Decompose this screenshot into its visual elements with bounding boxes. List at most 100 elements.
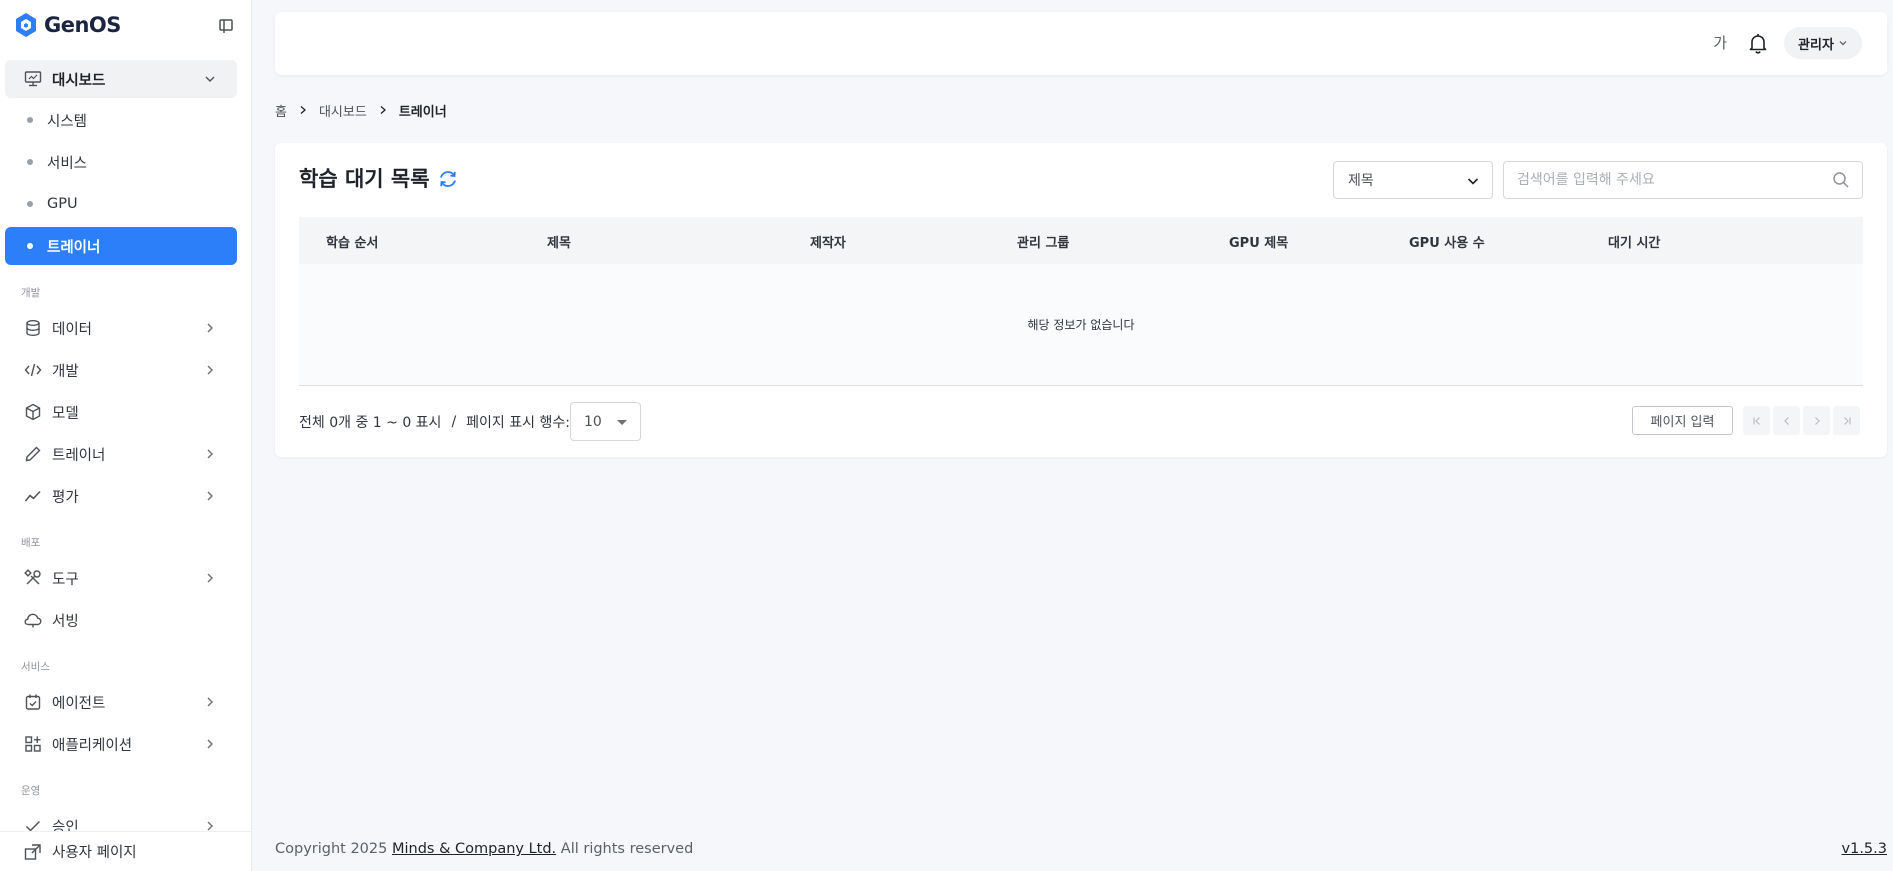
last-page-icon <box>1843 416 1851 425</box>
section-label-deploy: 배포 <box>21 537 41 549</box>
sidebar-item-label: 트레이너 <box>52 447 106 464</box>
collapse-sidebar-icon[interactable] <box>216 16 236 36</box>
rows-per-page-select[interactable]: 10 <box>570 402 641 441</box>
sidebar-subitem-service[interactable]: 서비스 <box>5 143 237 181</box>
sidebar-subitem-trainer[interactable]: 트레이너 <box>5 227 237 265</box>
column-header[interactable]: 관리 그룹 <box>1017 232 1069 251</box>
external-page-icon <box>24 843 41 860</box>
logo[interactable]: GenOS <box>14 10 236 40</box>
first-page-icon <box>1752 416 1760 425</box>
sidebar-item-evaluation[interactable]: 평가 <box>5 477 237 515</box>
search-field-select[interactable]: 제목 <box>1333 161 1493 199</box>
font-size-toggle[interactable]: 가 <box>1713 32 1727 53</box>
refresh-icon[interactable] <box>437 168 459 190</box>
sidebar-item-label: 도구 <box>52 571 79 588</box>
search-icon[interactable] <box>1832 171 1850 189</box>
sidebar-subitem-label: GPU <box>47 196 78 212</box>
sidebar-subitem-label: 시스템 <box>47 113 88 130</box>
chevron-down-icon <box>1839 41 1847 46</box>
chevron-right-icon <box>207 491 213 501</box>
sidebar-subitem-gpu[interactable]: GPU <box>5 185 237 223</box>
rows-per-page-value: 10 <box>584 413 602 430</box>
pencil-icon <box>23 444 43 464</box>
table-empty-state: 해당 정보가 없습니다 <box>299 264 1863 386</box>
rows-per-page-label: 페이지 표시 행수: <box>466 415 570 431</box>
chevron-right-icon <box>207 449 213 459</box>
user-name: 관리자 <box>1798 37 1834 53</box>
chevron-down-icon <box>205 76 215 82</box>
copyright-prefix: Copyright 2025 <box>275 841 392 857</box>
top-header: 가 관리자 <box>275 12 1887 75</box>
monitor-icon <box>23 69 43 89</box>
table-header: 학습 순서 제목 제작자 관리 그룹 GPU 제목 GPU 사용 수 대기 시간 <box>299 217 1863 264</box>
sidebar: GenOS 대시보드 시스템 서비스 GPU 트레이너 개발 데이터 개발 모델… <box>0 0 252 871</box>
sidebar-item-label: 모델 <box>52 405 79 422</box>
tools-icon <box>23 568 43 588</box>
app-name: GenOS <box>44 13 121 37</box>
copyright-suffix: All rights reserved <box>556 841 694 857</box>
breadcrumb-home[interactable]: 홈 <box>275 101 287 120</box>
sidebar-subitem-system[interactable]: 시스템 <box>5 101 237 139</box>
sidebar-item-label: 대시보드 <box>52 72 106 89</box>
chevron-left-icon <box>1783 416 1789 425</box>
last-page-button[interactable] <box>1833 406 1860 435</box>
column-header[interactable]: 학습 순서 <box>326 232 378 251</box>
sidebar-item-develop[interactable]: 개발 <box>5 351 237 389</box>
agent-icon <box>23 692 43 712</box>
paging-separator: / <box>451 414 457 430</box>
sidebar-item-applications[interactable]: 애플리케이션 <box>5 725 237 763</box>
bullet-icon <box>27 159 33 165</box>
sidebar-item-tools[interactable]: 도구 <box>5 559 237 597</box>
sidebar-item-dashboard[interactable]: 대시보드 <box>5 60 237 98</box>
bell-icon[interactable] <box>1747 32 1769 54</box>
sidebar-item-data[interactable]: 데이터 <box>5 309 237 347</box>
column-header[interactable]: 대기 시간 <box>1608 232 1660 251</box>
section-label-develop: 개발 <box>21 287 41 299</box>
sidebar-subitem-label: 트레이너 <box>47 239 101 256</box>
empty-message: 해당 정보가 없습니다 <box>1027 318 1135 332</box>
chevron-right-icon <box>207 739 213 749</box>
sidebar-item-trainer[interactable]: 트레이너 <box>5 435 237 473</box>
column-header[interactable]: 제작자 <box>810 232 846 251</box>
database-icon <box>23 318 43 338</box>
sidebar-subitem-label: 서비스 <box>47 155 88 172</box>
code-icon <box>23 360 43 380</box>
chevron-right-icon <box>1814 416 1820 425</box>
paging-count-text: 전체 0개 중 1 ~ 0 표시 <box>299 415 442 431</box>
sidebar-item-label: 에이전트 <box>52 695 106 712</box>
chevron-right-icon <box>207 323 213 333</box>
first-page-button[interactable] <box>1743 406 1770 435</box>
version-link[interactable]: v1.5.3 <box>1842 841 1887 857</box>
prev-page-button[interactable] <box>1773 406 1800 435</box>
user-page-link[interactable]: 사용자 페이지 <box>0 831 251 871</box>
column-header[interactable]: GPU 사용 수 <box>1409 232 1485 251</box>
page-input-label: 페이지 입력 <box>1650 415 1715 430</box>
sidebar-item-agent[interactable]: 에이전트 <box>5 683 237 721</box>
paging-summary: 전체 0개 중 1 ~ 0 표시 / 페이지 표시 행수: <box>299 412 570 432</box>
breadcrumb-dashboard[interactable]: 대시보드 <box>319 101 367 120</box>
breadcrumb: 홈 대시보드 트레이너 <box>275 100 447 120</box>
sidebar-item-label: 서빙 <box>52 613 79 630</box>
company-link[interactable]: Minds & Company Ltd. <box>392 841 556 857</box>
next-page-button[interactable] <box>1803 406 1830 435</box>
column-header[interactable]: 제목 <box>547 232 571 251</box>
sidebar-item-label: 평가 <box>52 489 79 506</box>
section-label-operate: 운영 <box>21 785 41 797</box>
bullet-icon <box>27 243 33 249</box>
sidebar-item-model[interactable]: 모델 <box>5 393 237 431</box>
cloud-icon <box>23 610 43 630</box>
cube-icon <box>23 402 43 422</box>
sidebar-item-serving[interactable]: 서빙 <box>5 601 237 639</box>
page-input-button[interactable]: 페이지 입력 <box>1632 406 1733 435</box>
chevron-right-icon <box>207 365 213 375</box>
page-title: 학습 대기 목록 <box>299 167 430 191</box>
chevron-down-icon <box>1467 178 1479 185</box>
search-box <box>1503 161 1863 199</box>
chevron-right-icon <box>380 106 386 114</box>
chevron-right-icon <box>207 697 213 707</box>
column-header[interactable]: GPU 제목 <box>1229 232 1288 251</box>
user-menu-button[interactable]: 관리자 <box>1784 27 1862 59</box>
sidebar-item-label: 애플리케이션 <box>52 737 133 754</box>
search-input[interactable] <box>1504 162 1804 198</box>
page-footer: Copyright 2025 Minds & Company Ltd. All … <box>275 841 693 857</box>
